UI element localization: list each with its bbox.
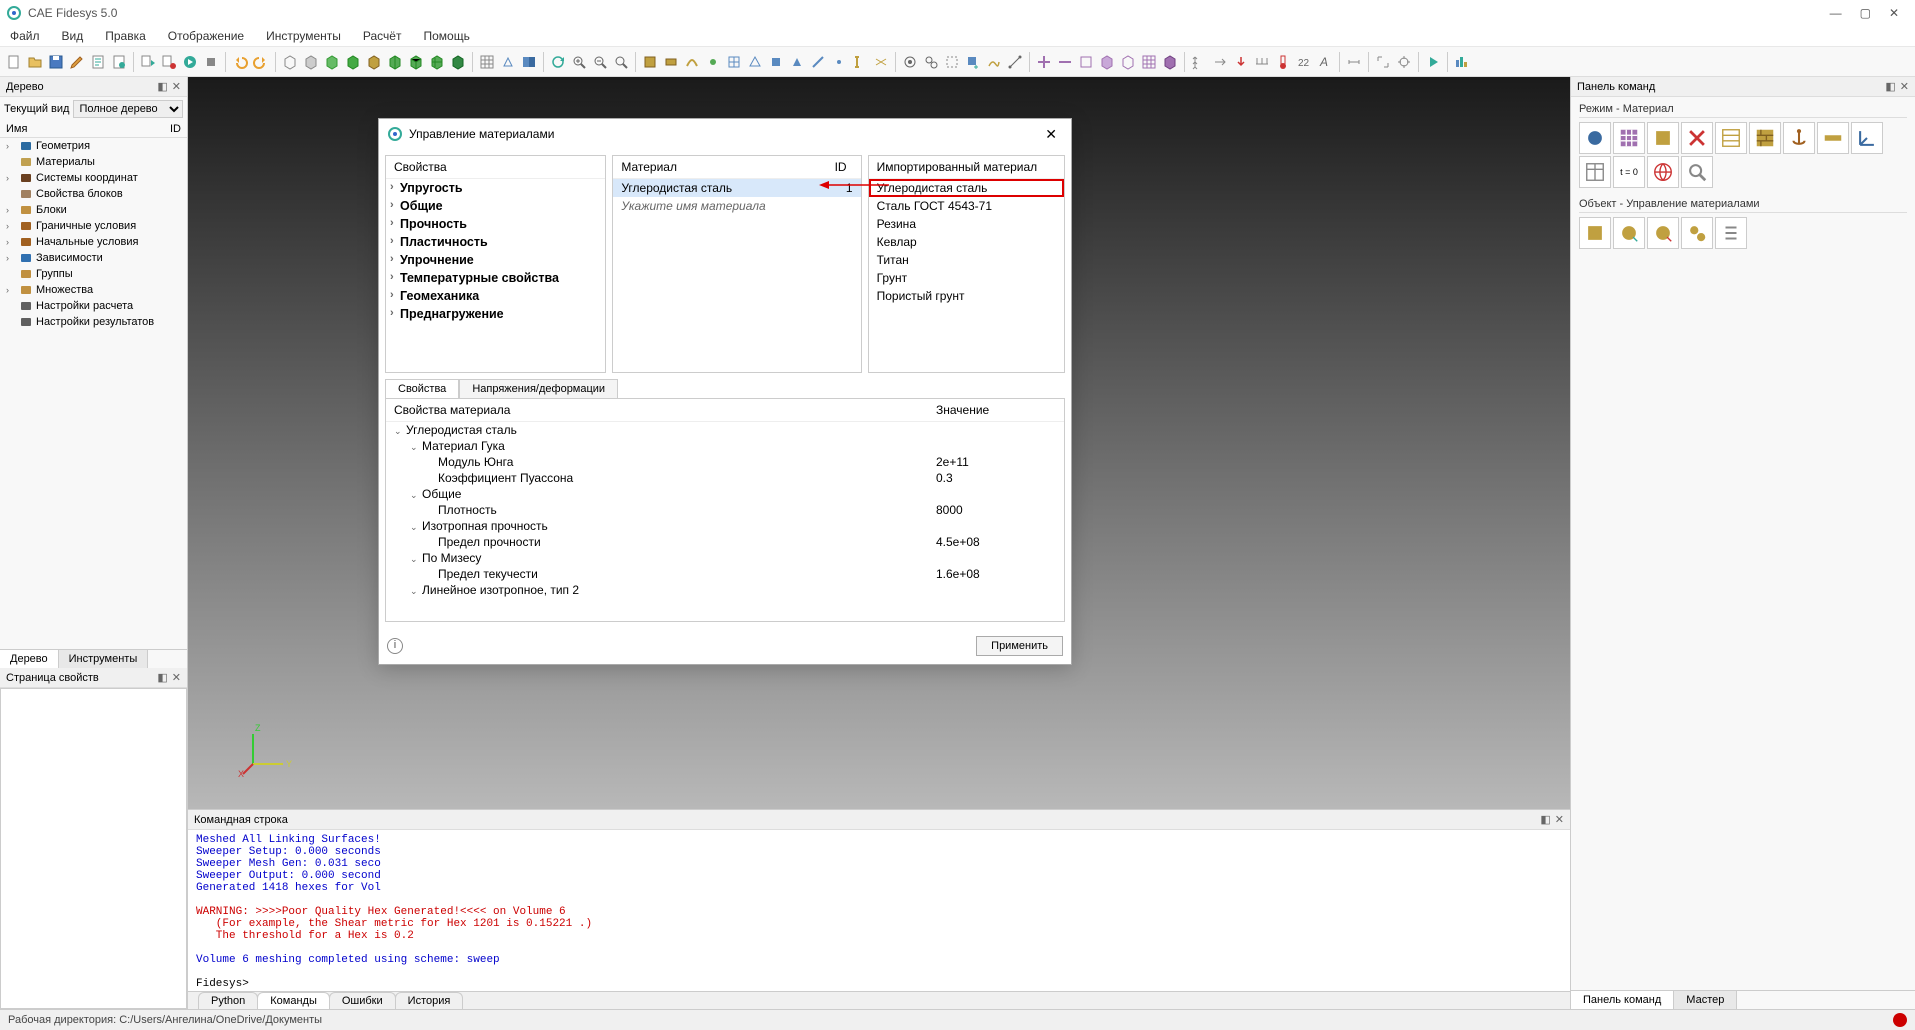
apply-button[interactable]: Применить (976, 636, 1063, 656)
property-tree-row[interactable]: Коэффициент Пуассона0.3 (386, 470, 1064, 486)
property-category[interactable]: Геомеханика (386, 287, 605, 305)
imported-material-item[interactable]: Титан (869, 251, 1064, 269)
imported-material-item[interactable]: Сталь ГОСТ 4543-71 (869, 197, 1064, 215)
property-tree-row[interactable]: Модуль Юнга2e+11 (386, 454, 1064, 470)
material-header: Материал (621, 160, 677, 174)
material-id-header: ID (835, 160, 853, 174)
property-tree-row[interactable]: ⌄Линейное изотропное, тип 2 (386, 582, 1064, 598)
imported-material-item[interactable]: Пористый грунт (869, 287, 1064, 305)
materials-dialog: Управление материалами ✕ Свойства Упруго… (378, 118, 1072, 665)
material-property-tree[interactable]: Свойства материала Значение ⌄Углеродиста… (385, 398, 1065, 622)
property-category[interactable]: Упругость (386, 179, 605, 197)
imported-header: Импортированный материал (869, 156, 1064, 179)
property-tree-row[interactable]: ⌄Углеродистая сталь (386, 422, 1064, 438)
property-tree-row[interactable]: ⌄Материал Гука (386, 438, 1064, 454)
tree-header-value: Значение (936, 403, 1056, 417)
imported-material-item[interactable]: Грунт (869, 269, 1064, 287)
imported-material-list: Импортированный материал Углеродистая ст… (868, 155, 1065, 373)
property-category[interactable]: Прочность (386, 215, 605, 233)
property-category[interactable]: Упрочнение (386, 251, 605, 269)
properties-header: Свойства (386, 156, 605, 179)
dialog-logo-icon (387, 126, 403, 142)
property-tree-row[interactable]: ⌄По Мизесу (386, 550, 1064, 566)
dlg-tab-stress[interactable]: Напряжения/деформации (459, 379, 618, 398)
material-row[interactable]: Углеродистая сталь 1 (613, 179, 860, 197)
property-tree-row[interactable]: ⌄Изотропная прочность (386, 518, 1064, 534)
imported-material-item[interactable]: Кевлар (869, 233, 1064, 251)
dialog-title-text: Управление материалами (409, 127, 554, 141)
material-list: Материал ID Углеродистая сталь 1 Укажите… (612, 155, 861, 373)
property-category[interactable]: Пластичность (386, 233, 605, 251)
property-tree-row[interactable]: ⌄Общие (386, 486, 1064, 502)
dialog-close-button[interactable]: ✕ (1039, 124, 1063, 145)
material-placeholder-row[interactable]: Укажите имя материала (613, 197, 860, 215)
property-tree-row[interactable]: Предел прочности4.5e+08 (386, 534, 1064, 550)
imported-material-item[interactable]: Резина (869, 215, 1064, 233)
property-category[interactable]: Общие (386, 197, 605, 215)
property-category[interactable]: Преднагружение (386, 305, 605, 323)
property-tree-row[interactable]: Плотность8000 (386, 502, 1064, 518)
info-icon[interactable]: i (387, 638, 403, 654)
imported-material-item[interactable]: Углеродистая сталь (869, 179, 1064, 197)
property-tree-row[interactable]: Предел текучести1.6e+08 (386, 566, 1064, 582)
properties-list: Свойства УпругостьОбщиеПрочностьПластичн… (385, 155, 606, 373)
property-category[interactable]: Температурные свойства (386, 269, 605, 287)
tree-header-name: Свойства материала (394, 403, 510, 417)
dlg-tab-properties[interactable]: Свойства (385, 379, 459, 398)
